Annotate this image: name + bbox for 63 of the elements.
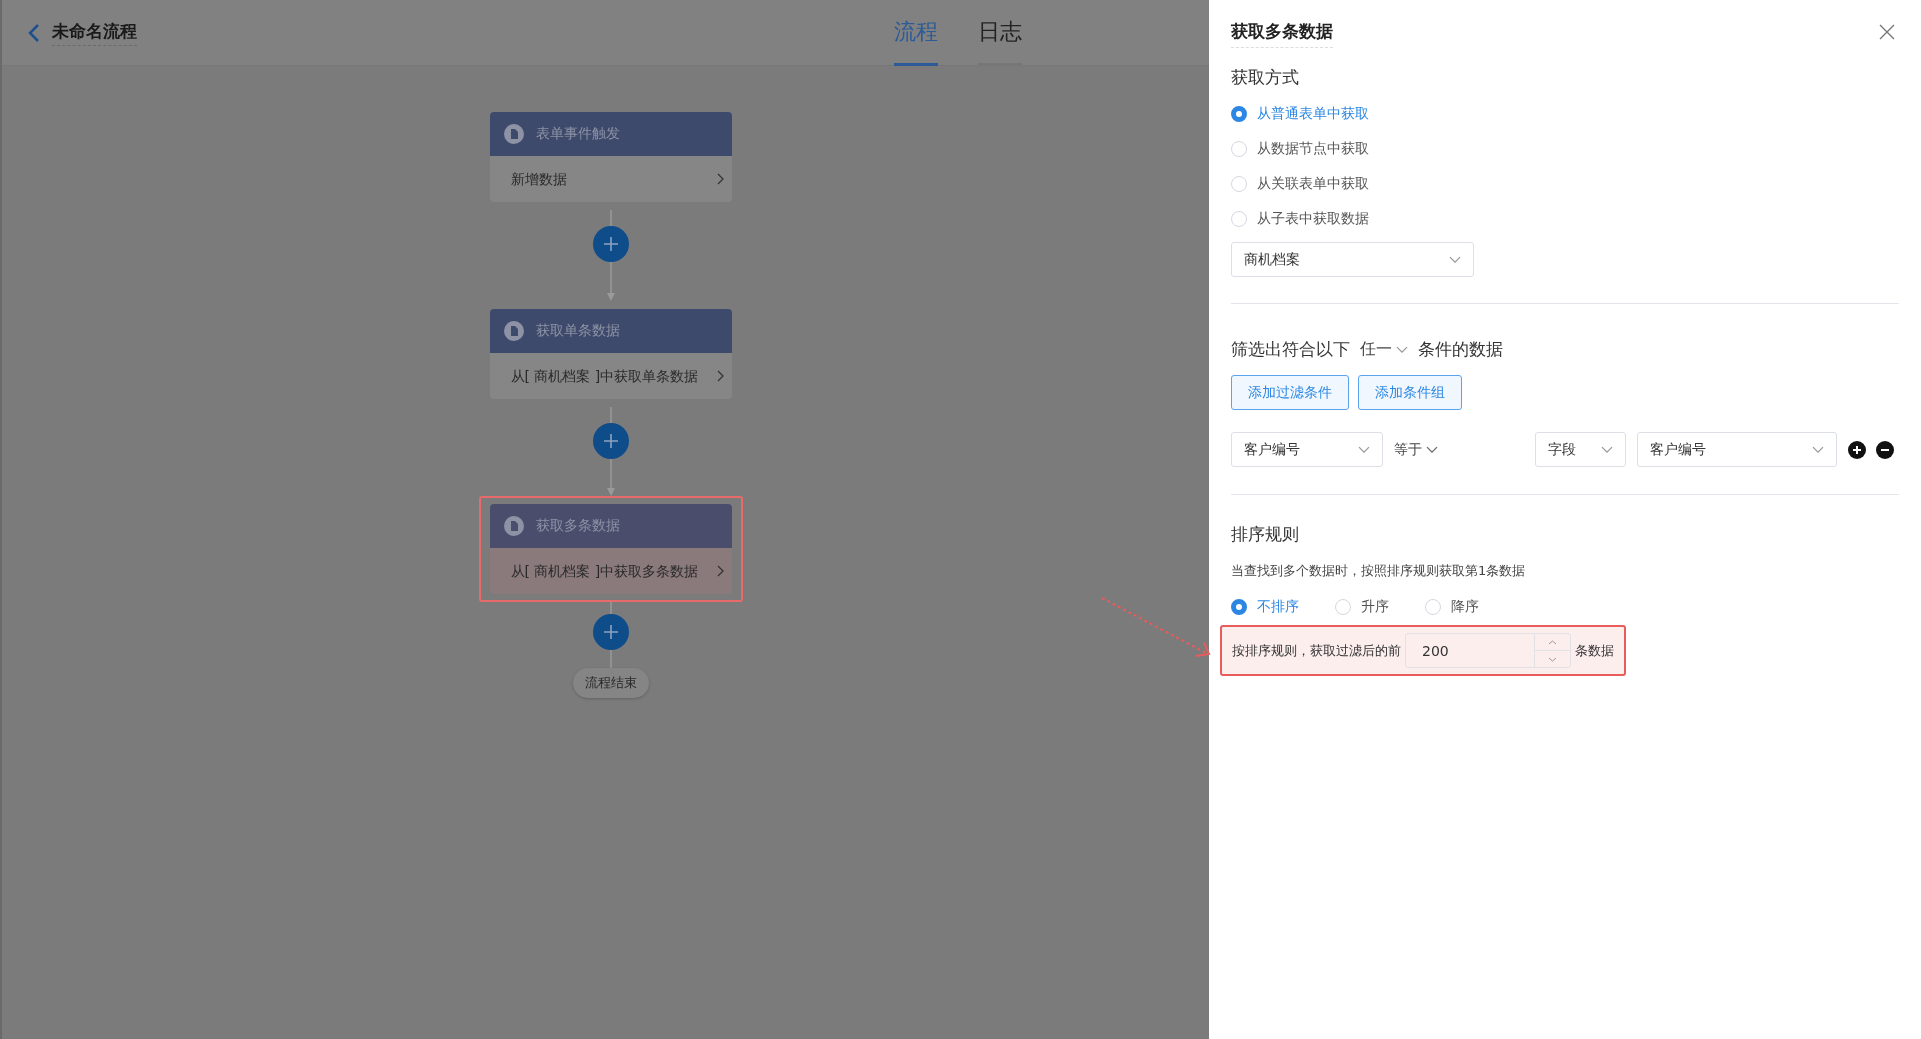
chevron-down-icon <box>1449 255 1461 264</box>
value-select[interactable]: 客户编号 <box>1637 432 1837 467</box>
plus-icon <box>602 624 619 640</box>
radio-option[interactable]: 从关联表单中获取 <box>1231 175 1899 193</box>
match-dropdown[interactable]: 任一 <box>1360 339 1408 360</box>
connector-arrow <box>605 262 616 301</box>
add-condition-button[interactable] <box>1848 440 1866 459</box>
tab[interactable]: 日志 <box>978 0 1022 66</box>
flow-node[interactable]: 获取多条数据 从[ 商机档案 ]中获取多条数据 <box>489 504 732 594</box>
remove-condition-button[interactable] <box>1876 440 1894 459</box>
flow-node[interactable]: 表单事件触发 新增数据 <box>489 112 732 202</box>
radio-option[interactable]: 从普通表单中获取 <box>1231 105 1899 123</box>
node-title: 获取单条数据 <box>535 322 620 340</box>
filter-label: 条件的数据 <box>1418 338 1503 361</box>
chevron-down-icon <box>1812 445 1824 454</box>
radio-option[interactable]: 不排序 <box>1231 598 1299 616</box>
add-filter-button[interactable]: 添加过滤条件 <box>1231 375 1349 410</box>
chevron-down-icon <box>1396 345 1408 354</box>
radio-option[interactable]: 从子表中获取数据 <box>1231 210 1899 228</box>
chevron-up-icon <box>1548 639 1557 645</box>
connector-arrow <box>605 459 616 496</box>
chevron-down-icon <box>1601 445 1613 454</box>
add-step-button[interactable] <box>592 226 629 262</box>
limit-label: 条数据 <box>1575 641 1614 660</box>
chevron-down-icon <box>1426 445 1438 454</box>
flow-node[interactable]: 获取单条数据 从[ 商机档案 ]中获取单条数据 <box>489 309 732 399</box>
chevron-down-icon <box>1358 445 1370 454</box>
operator-dropdown[interactable]: 等于 <box>1394 440 1535 459</box>
end-node: 流程结束 <box>572 668 649 698</box>
add-step-button[interactable] <box>592 423 629 459</box>
section-label: 排序规则 <box>1231 524 1299 544</box>
add-step-button[interactable] <box>592 614 629 650</box>
field-select[interactable]: 客户编号 <box>1231 432 1383 467</box>
document-icon <box>503 516 524 536</box>
chevron-right-icon <box>716 565 724 577</box>
plus-icon <box>602 236 619 252</box>
chevron-right-icon <box>716 173 724 185</box>
node-title: 获取多条数据 <box>535 517 620 535</box>
plus-icon <box>602 433 619 449</box>
document-icon <box>503 321 524 341</box>
node-title: 表单事件触发 <box>535 125 620 143</box>
form-select[interactable]: 商机档案 <box>1231 242 1474 277</box>
flow-title: 未命名流程 <box>52 19 137 46</box>
document-icon <box>503 124 524 144</box>
radio-option[interactable]: 升序 <box>1335 598 1389 616</box>
section-label: 获取方式 <box>1231 66 1299 89</box>
radio-option[interactable]: 从数据节点中获取 <box>1231 140 1899 158</box>
node-detail: 从[ 商机档案 ]中获取单条数据 <box>510 367 700 386</box>
chevron-right-icon <box>716 370 724 382</box>
limit-label: 按排序规则，获取过滤后的前 <box>1232 641 1401 660</box>
node-detail: 从[ 商机档案 ]中获取多条数据 <box>510 562 700 581</box>
chevron-down-icon <box>1548 656 1557 662</box>
radio-option[interactable]: 降序 <box>1425 598 1479 616</box>
close-icon <box>1879 24 1895 40</box>
add-filter-button[interactable]: 添加条件组 <box>1358 375 1462 410</box>
sort-hint: 当查找到多个数据时，按照排序规则获取第1条数据 <box>1231 563 1526 578</box>
close-button[interactable] <box>1879 24 1895 40</box>
back-icon[interactable] <box>28 22 40 43</box>
node-detail: 新增数据 <box>510 170 568 189</box>
filter-label: 筛选出符合以下 <box>1231 338 1350 361</box>
value-type-select[interactable]: 字段 <box>1535 432 1626 467</box>
plus-icon <box>1852 444 1862 455</box>
panel-title: 获取多条数据 <box>1231 20 1333 48</box>
